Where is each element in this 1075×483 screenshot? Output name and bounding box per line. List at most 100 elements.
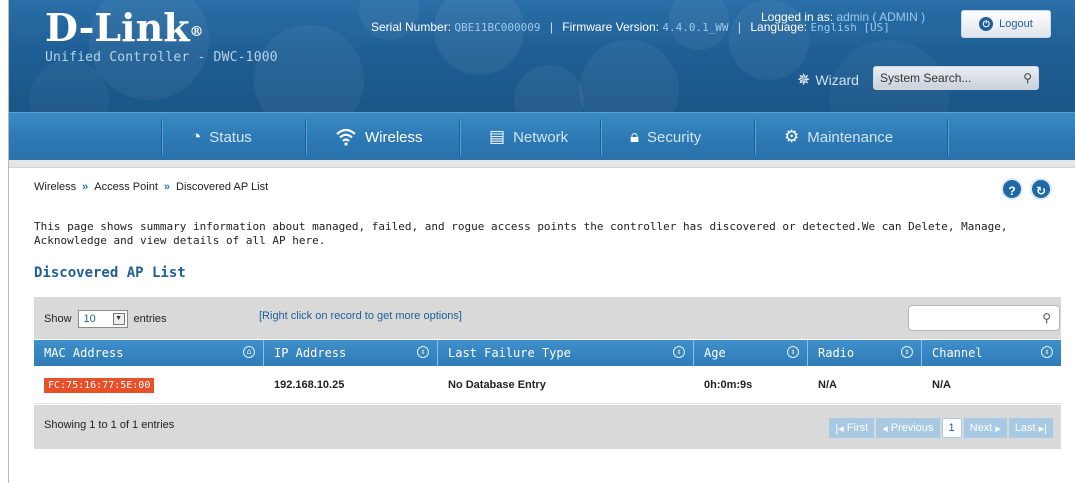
pager-last[interactable]: Last ▸| xyxy=(1008,418,1053,438)
system-search-input[interactable]: System Search... ⚲ xyxy=(873,66,1039,90)
monitor-icon: ▤ xyxy=(489,127,506,146)
pager-next[interactable]: Next ▸ xyxy=(963,418,1007,438)
wizard-label: Wizard xyxy=(815,72,859,88)
pager-label: First xyxy=(846,422,869,434)
logged-in-info: Logged in as: admin ( ADMIN ) xyxy=(761,10,925,24)
serial-value: QBE11BC000009 xyxy=(454,21,541,34)
chevron-left-icon: ◂ xyxy=(882,422,888,435)
logout-button[interactable]: ⏻ Logout xyxy=(961,10,1051,38)
tab-status-label: Status xyxy=(209,128,252,146)
table-info: Showing 1 to 1 of 1 entries xyxy=(44,419,175,431)
tab-wireless[interactable]: Wireless xyxy=(321,113,437,161)
wifi-icon xyxy=(336,128,356,146)
column-label: Age xyxy=(704,346,726,360)
help-icon[interactable]: ? xyxy=(1001,178,1023,200)
entries-control: Show 10 ▼ entries xyxy=(44,310,167,328)
table-toolbar: Show 10 ▼ entries [Right click on record… xyxy=(34,297,1061,339)
breadcrumb: Wireless» Access Point» Discovered AP List xyxy=(34,181,269,193)
first-page-icon: |◂ xyxy=(835,422,844,435)
breadcrumb-access-point[interactable]: Access Point xyxy=(94,181,158,193)
cell-radio: N/A xyxy=(818,379,837,391)
serial-label: Serial Number: xyxy=(371,20,452,34)
sort-icon: ⇕ xyxy=(901,346,913,358)
column-channel[interactable]: Channel ⇕ xyxy=(922,340,1061,366)
lock-icon: 🔒︎ xyxy=(630,127,640,146)
sort-icon: ⇕ xyxy=(673,346,685,358)
pager-label: Last xyxy=(1014,422,1036,434)
pager-current[interactable]: 1 xyxy=(941,418,962,438)
tab-network[interactable]: ▤ Network xyxy=(475,113,582,161)
entries-select[interactable]: 10 ▼ xyxy=(77,310,128,328)
column-label: Radio xyxy=(818,346,855,360)
refresh-icon[interactable]: ↻ xyxy=(1030,178,1052,200)
nav-bottom-strip xyxy=(9,160,1075,168)
logged-label: Logged in as: xyxy=(761,10,834,24)
table-header: MAC Address ⌂ IP Address ⇕ Last Failure … xyxy=(34,340,1061,366)
gears-icon: ⚙ xyxy=(784,127,800,146)
firmware-value: 4.4.0.1_WW xyxy=(662,21,729,34)
product-subtitle: Unified Controller - DWC-1000 xyxy=(45,50,278,65)
column-mac-address[interactable]: MAC Address ⌂ xyxy=(34,340,264,366)
cell-age: 0h:0m:9s xyxy=(704,379,753,391)
magic-wand-icon: ✵ xyxy=(797,72,811,89)
breadcrumb-wireless[interactable]: Wireless xyxy=(34,181,76,193)
page-description: This page shows summary information abou… xyxy=(34,220,1008,247)
sort-icon: ⇕ xyxy=(1041,346,1053,358)
nav-divider xyxy=(600,119,601,155)
pager-label: Previous xyxy=(890,422,934,434)
column-age[interactable]: Age ⇕ xyxy=(694,340,808,366)
pager-previous[interactable]: ◂ Previous xyxy=(876,418,940,438)
tab-network-label: Network xyxy=(513,128,569,146)
firmware-label: Firmware Version: xyxy=(562,20,659,34)
mac-address-badge[interactable]: FC:75:16:77:5E:00 xyxy=(44,377,155,393)
main-nav: ◔ Status Wireless ▤ Network 🔒︎ Security … xyxy=(9,112,1075,160)
chevron-right-icon: ▸ xyxy=(995,422,1001,435)
app-frame: D-Link® Unified Controller - DWC-1000 Se… xyxy=(8,0,1075,483)
cell-ip: 192.168.10.25 xyxy=(274,379,345,391)
last-page-icon: ▸| xyxy=(1038,422,1047,435)
tab-status[interactable]: ◔ Status xyxy=(177,113,266,161)
section-title: Discovered AP List xyxy=(34,265,186,281)
nav-divider xyxy=(161,119,162,155)
search-icon: ⚲ xyxy=(1042,311,1051,325)
system-search-placeholder: System Search... xyxy=(880,71,972,85)
pager-label: Next xyxy=(969,422,993,434)
gauge-icon: ◔ xyxy=(191,127,202,146)
wizard-link[interactable]: ✵ Wizard xyxy=(797,70,859,90)
header: D-Link® Unified Controller - DWC-1000 Se… xyxy=(9,0,1075,112)
nav-divider xyxy=(947,119,948,155)
column-ip-address[interactable]: IP Address ⇕ xyxy=(264,340,438,366)
table-row[interactable]: FC:75:16:77:5E:00 192.168.10.25 No Datab… xyxy=(34,366,1061,404)
tab-maintenance[interactable]: ⚙ Maintenance xyxy=(770,113,907,161)
table-footer: Showing 1 to 1 of 1 entries |◂ First ◂ Pre… xyxy=(34,405,1061,449)
breadcrumb-current: Discovered AP List xyxy=(176,181,269,193)
nav-divider xyxy=(305,119,306,155)
cell-failure: No Database Entry xyxy=(448,379,546,391)
column-label: IP Address xyxy=(274,346,347,360)
logged-user: admin ( ADMIN ) xyxy=(836,10,926,24)
nav-divider xyxy=(459,119,460,155)
sort-up-icon: ⌂ xyxy=(243,346,255,358)
show-label: Show xyxy=(44,313,72,325)
column-label: Channel xyxy=(932,346,983,360)
brand: D-Link® Unified Controller - DWC-1000 xyxy=(45,5,278,66)
column-last-failure-type[interactable]: Last Failure Type ⇕ xyxy=(438,340,694,366)
table-search-input[interactable]: ⚲ xyxy=(908,305,1060,331)
cell-channel: N/A xyxy=(932,379,951,391)
logout-label: Logout xyxy=(999,18,1033,30)
cell-mac: FC:75:16:77:5E:00 xyxy=(34,366,264,404)
sort-icon: ⇕ xyxy=(787,346,799,358)
pager-first[interactable]: |◂ First xyxy=(829,418,875,438)
power-icon: ⏻ xyxy=(979,17,994,31)
entries-label: entries xyxy=(133,313,167,325)
column-radio[interactable]: Radio ⇕ xyxy=(808,340,922,366)
tab-security[interactable]: 🔒︎ Security xyxy=(616,113,715,161)
search-icon[interactable]: ⚲ xyxy=(1023,71,1032,85)
tab-security-label: Security xyxy=(647,128,702,146)
tab-wireless-label: Wireless xyxy=(365,128,423,146)
dlink-logo: D-Link® xyxy=(45,5,204,50)
nav-divider xyxy=(754,119,755,155)
discovered-ap-table: Show 10 ▼ entries [Right click on record… xyxy=(34,297,1061,449)
tab-maintenance-label: Maintenance xyxy=(807,128,894,146)
chevron-down-icon: ▼ xyxy=(112,313,125,325)
